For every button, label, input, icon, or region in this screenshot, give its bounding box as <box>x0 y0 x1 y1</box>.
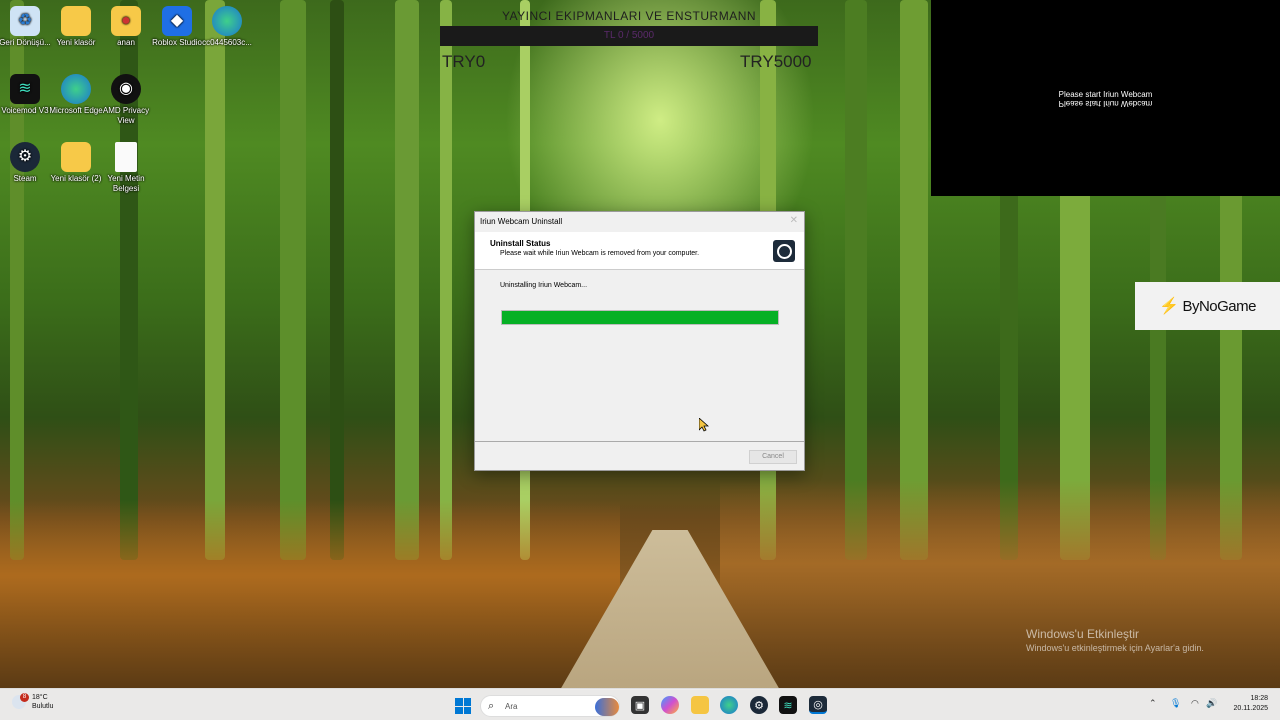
webcam-preview: Please start Iriun Webcam Please start I… <box>931 0 1280 196</box>
edge-icon <box>61 74 91 104</box>
taskbar: 8 18°C Bulutlu ⌕ Ara ▣ ⚙ ≋ ◎ ⌃ 🎙 ◠ 🔊 18:… <box>0 688 1280 720</box>
wifi-icon[interactable]: ◠ <box>1191 698 1199 709</box>
steam-icon: ⚙ <box>10 142 40 172</box>
webcam-message-mirrored: Please start Iriun Webcam <box>1058 99 1153 108</box>
dialog-title: Iriun Webcam Uninstall <box>480 217 563 226</box>
edge-icon[interactable] <box>720 696 738 714</box>
folder-icon: ● <box>111 6 141 36</box>
iriun-webcam-icon <box>773 240 795 262</box>
desktop-icon-label: Geri Dönüşü... <box>0 38 51 47</box>
dialog-titlebar[interactable]: Iriun Webcam Uninstall ✕ <box>475 212 804 232</box>
desktop-icon-label: Yeni klasör <box>56 38 96 47</box>
taskbar-search[interactable]: ⌕ Ara <box>480 695 620 717</box>
desktop-icon-label: anan <box>117 38 135 47</box>
desktop-icon-steam[interactable]: ⚙ Steam <box>0 142 53 184</box>
desktop-icon-edge-shortcut[interactable]: cc0445603c... <box>199 6 255 48</box>
desktop-icon-recycle-bin[interactable]: ♻ Geri Dönüşü... <box>0 6 53 48</box>
overlay-max-label: TRY5000 <box>740 52 812 71</box>
game-icon <box>595 698 619 716</box>
desktop-icon-amd-privacy-view[interactable]: ◉ AMD Privacy View <box>98 74 154 126</box>
mouse-cursor-icon <box>698 417 710 437</box>
chevron-up-icon[interactable]: ⌃ <box>1149 698 1157 709</box>
folder-icon <box>61 142 91 172</box>
steam-icon[interactable]: ⚙ <box>750 696 768 714</box>
voicemod-icon[interactable]: ≋ <box>779 696 797 714</box>
desktop-icon-label: Yeni Metin Belgesi <box>107 174 145 193</box>
task-view-icon[interactable]: ▣ <box>631 696 649 714</box>
file-explorer-icon[interactable] <box>691 696 709 714</box>
overlay-title: YAYINCI EKIPMANLARI VE ENSTURMANN <box>501 9 757 23</box>
dialog-header-title: Uninstall Status <box>490 239 551 248</box>
bynogame-banner: ⚡ ByNoGame <box>1135 282 1280 330</box>
amd-eye-icon: ◉ <box>111 74 141 104</box>
desktop-icon-label: AMD Privacy View <box>102 106 150 125</box>
weather-temp: 18°C <box>32 694 48 701</box>
dialog-header-subtitle: Please wait while Iriun Webcam is remove… <box>500 250 700 257</box>
dialog-body: Uninstalling Iriun Webcam... <box>475 270 804 440</box>
notification-badge: 8 <box>20 693 29 702</box>
desktop-icon-anan[interactable]: ● anan <box>98 6 154 48</box>
voicemod-icon: ≋ <box>10 74 40 104</box>
progress-fill <box>502 311 778 324</box>
desktop-icon-new-folder-2[interactable]: Yeni klasör (2) <box>48 142 104 184</box>
recycle-bin-icon: ♻ <box>10 6 40 36</box>
overlay-goal-bar: TL 0 / 5000 <box>440 26 818 46</box>
search-placeholder: Ara <box>505 702 518 711</box>
weather-widget[interactable]: 8 18°C Bulutlu <box>12 693 53 711</box>
dialog-header: Uninstall Status Please wait while Iriun… <box>475 232 804 270</box>
copilot-icon[interactable] <box>661 696 679 714</box>
webcam-message: Please start Iriun Webcam <box>1058 90 1153 99</box>
desktop-icon-new-text-doc[interactable]: Yeni Metin Belgesi <box>98 142 154 194</box>
desktop-icon-label: Microsoft Edge <box>49 106 103 115</box>
close-icon[interactable]: ✕ <box>790 215 798 226</box>
desktop-icon-label: cc0445603c... <box>202 38 252 47</box>
edge-icon <box>212 6 242 36</box>
clock[interactable]: 18:28 20.11.2025 <box>1228 694 1268 714</box>
clock-time: 18:28 <box>1250 695 1268 702</box>
folder-icon <box>61 6 91 36</box>
desktop-icon-label: Roblox Studio <box>152 38 202 47</box>
desktop-icon-roblox-studio[interactable]: ◆ Roblox Studio <box>149 6 205 48</box>
cancel-button[interactable]: Cancel <box>749 450 797 464</box>
overlay-min-label: TRY0 <box>442 52 486 71</box>
desktop-icon-new-folder[interactable]: Yeni klasör <box>48 6 104 48</box>
bynogame-label: ByNoGame <box>1182 297 1256 315</box>
desktop-icon-voicemod[interactable]: ≋ Voicemod V3 <box>0 74 53 116</box>
cloud-icon: 8 <box>12 693 29 709</box>
uninstall-dialog: Iriun Webcam Uninstall ✕ Uninstall Statu… <box>474 211 805 471</box>
activate-windows-subtitle: Windows'u etkinleştirmek için Ayarlar'a … <box>1026 643 1204 653</box>
search-icon: ⌕ <box>488 700 495 712</box>
desktop-icon-label: Steam <box>13 174 37 183</box>
bynogame-logo-icon: ⚡ <box>1159 298 1179 315</box>
volume-icon[interactable]: 🔊 <box>1206 698 1217 709</box>
desktop-icon-label: Yeni klasör (2) <box>50 174 102 183</box>
start-button[interactable] <box>455 698 471 714</box>
iriun-webcam-taskbar-icon[interactable]: ◎ <box>809 696 827 714</box>
weather-desc: Bulutlu <box>32 703 54 710</box>
uninstall-status-text: Uninstalling Iriun Webcam... <box>500 282 588 289</box>
desktop-icon-label: Voicemod V3 <box>1 106 49 115</box>
clock-date: 20.11.2025 <box>1233 705 1268 712</box>
progress-bar <box>501 310 779 325</box>
microphone-icon[interactable]: 🎙 <box>1170 698 1181 709</box>
desktop-icon-microsoft-edge[interactable]: Microsoft Edge <box>48 74 104 116</box>
roblox-studio-icon: ◆ <box>162 6 192 36</box>
dialog-separator <box>475 441 804 442</box>
text-file-icon <box>115 142 137 172</box>
activate-windows-title: Windows'u Etkinleştir <box>1026 627 1139 641</box>
